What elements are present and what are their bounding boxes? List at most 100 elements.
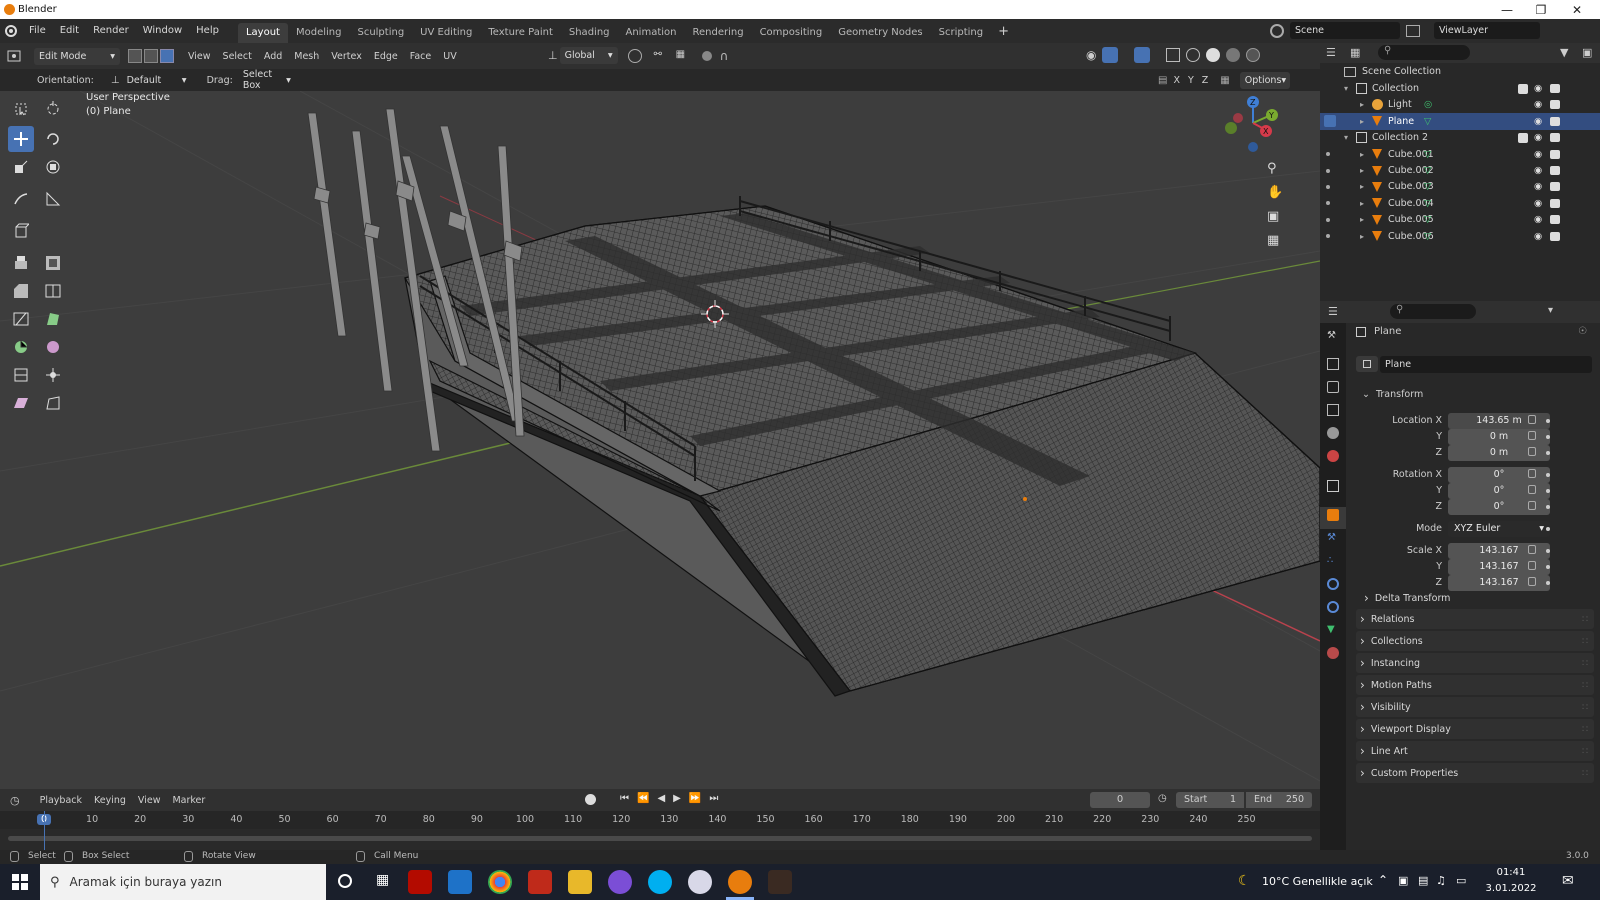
material-shading-icon[interactable]	[1226, 48, 1241, 62]
menu-window[interactable]: Window	[136, 19, 189, 43]
edit-mode-dot-icon[interactable]	[1326, 152, 1330, 157]
workspace-tab-scripting[interactable]: Scripting	[931, 23, 991, 43]
snap-target-icon[interactable]: ▦	[676, 49, 690, 63]
drag-dropdown[interactable]: Select Box ▾	[237, 69, 296, 91]
close-icon[interactable]: ✕	[1560, 0, 1594, 19]
spin-icon[interactable]	[8, 334, 34, 360]
eye-icon[interactable]: ◉	[1534, 214, 1542, 225]
mesh-data-icon[interactable]: ▽	[1424, 198, 1431, 209]
timeline-menu-marker[interactable]: Marker	[166, 795, 211, 806]
outliner-root-row[interactable]: Scene Collection	[1320, 63, 1600, 80]
camera-render-icon[interactable]	[1550, 133, 1560, 143]
timeline-menu-playback[interactable]: Playback	[34, 795, 88, 806]
loop-cut-icon[interactable]	[40, 278, 66, 304]
messenger-app-icon[interactable]	[608, 870, 632, 894]
filezilla-app-icon[interactable]	[528, 870, 552, 894]
zoom-icon[interactable]: ⚲	[1267, 161, 1287, 185]
mesh-data-icon[interactable]: ▽	[1424, 116, 1431, 127]
outliner-object-row[interactable]: ▸ Cube.003 ▽ ◉	[1320, 178, 1600, 195]
xray-toggle-icon[interactable]	[1166, 48, 1181, 62]
modifier-tab-icon[interactable]: ⚒	[1327, 532, 1339, 544]
lock-icon[interactable]	[1528, 485, 1536, 494]
outliner-object-row[interactable]: ▸ Cube.002 ▽ ◉	[1320, 162, 1600, 179]
chevron-right-icon[interactable]: ▸	[1360, 100, 1364, 109]
network-icon[interactable]: ▤	[1418, 874, 1428, 887]
chevron-right-icon[interactable]: ▸	[1360, 117, 1364, 126]
chevron-right-icon[interactable]: ▸	[1360, 215, 1364, 224]
select-box-icon[interactable]	[8, 96, 34, 122]
lock-icon[interactable]	[1528, 447, 1536, 456]
panel-visibility[interactable]: › Visibility ∷	[1356, 697, 1594, 717]
cursor-tool-icon[interactable]	[40, 96, 66, 122]
chevron-right-icon[interactable]: ▸	[1360, 232, 1364, 241]
axis-y-toggle[interactable]: Y	[1186, 75, 1196, 86]
eye-icon[interactable]: ◉	[1534, 198, 1542, 209]
new-collection-icon[interactable]: ▣	[1582, 46, 1592, 59]
keyframe-dot-icon[interactable]	[1546, 419, 1550, 423]
restore-icon[interactable]: ❐	[1524, 0, 1558, 19]
eye-icon[interactable]: ◉	[1534, 149, 1542, 160]
header-menu-uv[interactable]: UV	[437, 51, 462, 62]
chevron-down-icon[interactable]: ▾	[1344, 133, 1348, 142]
camera-render-icon[interactable]	[1550, 116, 1560, 126]
header-menu-face[interactable]: Face	[404, 51, 437, 62]
editor-type-icon[interactable]	[0, 50, 28, 62]
keyframe-dot-icon[interactable]	[1546, 473, 1550, 477]
rotation-mode-dropdown[interactable]: XYZ Euler ▾	[1448, 521, 1550, 537]
outliner-collection-row[interactable]: ▾ Collection ◉	[1320, 80, 1600, 97]
transform-panel-header[interactable]: ⌄ Transform	[1362, 389, 1423, 400]
keyframe-dot-icon[interactable]	[1546, 451, 1550, 455]
outliner-object-row[interactable]: ▸ Light ◎ ◉	[1320, 96, 1600, 113]
keyframe-dot-icon[interactable]	[1546, 435, 1550, 439]
mesh-data-icon[interactable]: ▽	[1424, 149, 1431, 160]
clock-icon[interactable]: ◷	[1158, 793, 1167, 804]
eye-icon[interactable]: ◉	[1534, 165, 1542, 176]
outliner-search-input[interactable]: ⚲	[1378, 45, 1470, 60]
panel-custom-properties[interactable]: › Custom Properties ∷	[1356, 763, 1594, 783]
menu-edit[interactable]: Edit	[53, 19, 86, 43]
workspace-tab-rendering[interactable]: Rendering	[684, 23, 751, 43]
transform-tool-icon[interactable]	[40, 154, 66, 180]
properties-options-icon[interactable]: ▾	[1548, 305, 1553, 316]
lock-icon[interactable]	[1528, 561, 1536, 570]
mesh-data-icon[interactable]: ▽	[1424, 214, 1431, 225]
exclude-checkbox[interactable]	[1518, 132, 1528, 143]
workspace-tab-modeling[interactable]: Modeling	[288, 23, 350, 43]
outliner-object-row[interactable]: ▸ Plane ▽ ◉	[1320, 112, 1600, 130]
outliner-editor-type-icon[interactable]: ☰	[1326, 46, 1336, 59]
jump-start-icon[interactable]: ⏮	[620, 793, 629, 804]
lock-icon[interactable]	[1528, 545, 1536, 554]
world-tab-icon[interactable]	[1327, 450, 1339, 462]
blender-menu-icon[interactable]	[0, 24, 22, 38]
properties-editor-type-icon[interactable]: ☰	[1328, 305, 1338, 318]
axis-z-toggle[interactable]: Z	[1200, 75, 1211, 86]
light-data-icon[interactable]: ◎	[1424, 99, 1432, 110]
play-icon[interactable]: ▶	[673, 793, 681, 804]
workspace-tab-shading[interactable]: Shading	[561, 23, 618, 43]
taskbar-search-box[interactable]: ⚲ Aramak için buraya yazın	[40, 864, 326, 900]
outliner-object-row[interactable]: ▸ Cube.001 ▽ ◉	[1320, 146, 1600, 163]
jump-end-icon[interactable]: ⏭	[709, 793, 718, 804]
workspace-tab-uv-editing[interactable]: UV Editing	[412, 23, 480, 43]
scale-tool-icon[interactable]	[8, 154, 34, 180]
scene-tab-icon[interactable]	[1327, 427, 1339, 439]
options-dropdown[interactable]: Options ▾	[1239, 72, 1290, 89]
header-menu-view[interactable]: View	[182, 51, 217, 62]
jump-keyframe-back-icon[interactable]: ⏪	[637, 793, 649, 804]
cortana-icon[interactable]	[338, 874, 352, 888]
header-menu-select[interactable]: Select	[217, 51, 258, 62]
outliner-object-row[interactable]: ▸ Cube.004 ▽ ◉	[1320, 195, 1600, 212]
panel-delta-transform[interactable]: › Delta Transform	[1346, 588, 1584, 608]
rotate-tool-icon[interactable]	[40, 126, 66, 152]
panel-motion-paths[interactable]: › Motion Paths ∷	[1356, 675, 1594, 695]
drag-handle-icon[interactable]: ∷	[1582, 702, 1588, 713]
tray-chevron-up-icon[interactable]: ⌃	[1378, 873, 1388, 887]
camera-render-icon[interactable]	[1550, 166, 1560, 175]
chrome-app-icon[interactable]	[488, 870, 512, 894]
filter-icon[interactable]: ▼	[1560, 46, 1568, 59]
edit-mode-dot-icon[interactable]	[1326, 217, 1330, 222]
3d-viewport[interactable]: User Perspective (0) Plane Z Y X ⚲ ✋ ▣ ▦	[0, 91, 1320, 789]
outliner-object-row[interactable]: ▸ Cube.006 ▽ ◉	[1320, 228, 1600, 245]
drag-handle-icon[interactable]: ∷	[1582, 680, 1588, 691]
windows-start-icon[interactable]	[12, 874, 28, 890]
